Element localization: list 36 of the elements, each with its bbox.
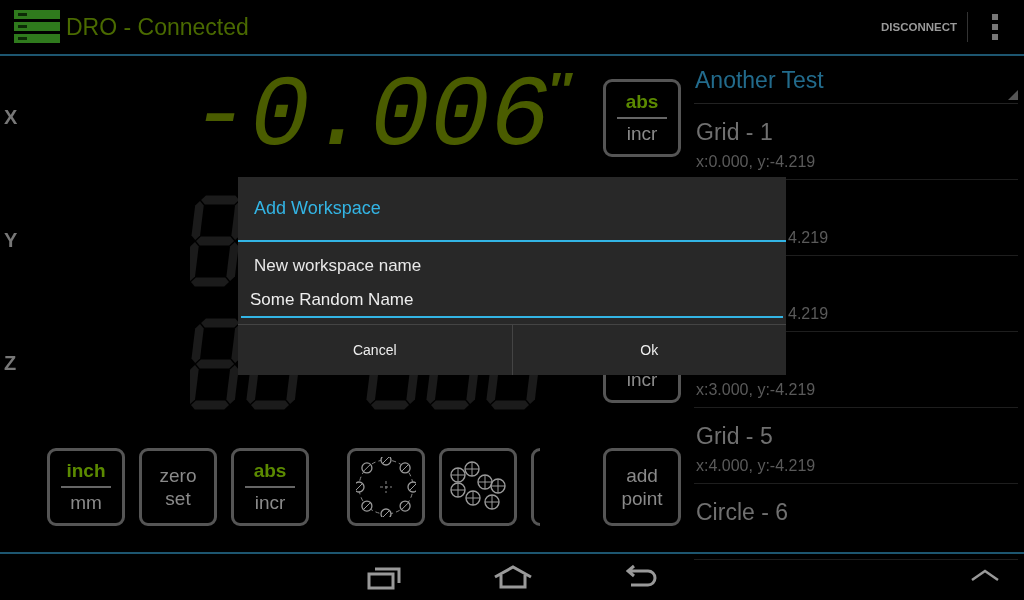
point-coordinates: x:4.000, y:-4.219 — [696, 457, 816, 474]
add-point-button[interactable]: add point — [603, 448, 681, 526]
app-title: DRO - Connected — [66, 13, 250, 41]
zero-set-button[interactable]: zero set — [139, 448, 217, 526]
point-title: Grid - 5 — [696, 423, 773, 449]
pattern-button[interactable] — [347, 448, 425, 526]
bolt-circle-icon — [356, 457, 416, 517]
axis-label: X — [3, 106, 18, 128]
point-coordinates: 4.219 — [788, 305, 829, 322]
axis-label: Z — [3, 352, 17, 374]
toggle-button[interactable]: abs incr — [603, 78, 681, 157]
dialog-button[interactable]: Ok — [511, 325, 786, 375]
dropdown-arrow-icon — [1008, 90, 1018, 100]
axis-label: Y — [3, 229, 18, 251]
toggle-button[interactable]: inch mm — [47, 448, 125, 526]
dialog-button[interactable]: Cancel — [238, 325, 512, 375]
workspace-name-field[interactable]: Some Random Name — [241, 284, 783, 318]
point-title: Circle - 6 — [696, 499, 788, 525]
unit-label: ″ — [550, 62, 575, 120]
disconnect-button[interactable]: DISCONNECT — [870, 11, 967, 43]
toggle-button[interactable]: abs incr — [231, 448, 309, 526]
point-coordinates: x:0.000, y:-4.219 — [696, 153, 816, 170]
workspace-dropdown[interactable]: Another Test — [694, 58, 1018, 104]
home-icon[interactable] — [493, 565, 533, 589]
overflow-menu-icon[interactable] — [990, 14, 1000, 40]
chevron-up-icon[interactable] — [970, 568, 1000, 582]
axis-readout: -0.006 — [189, 69, 550, 166]
logo-icon — [14, 10, 60, 44]
back-icon[interactable] — [626, 564, 658, 588]
dialog-title: Add Workspace — [254, 198, 381, 219]
point-coordinates: 4.219 — [788, 229, 829, 246]
point-title: Grid - 1 — [696, 119, 773, 145]
field-label: New workspace name — [253, 255, 423, 276]
recent-apps-icon[interactable] — [366, 566, 402, 590]
pattern-button[interactable] — [439, 448, 517, 526]
point-coordinates: x:3.000, y:-4.219 — [696, 381, 816, 398]
